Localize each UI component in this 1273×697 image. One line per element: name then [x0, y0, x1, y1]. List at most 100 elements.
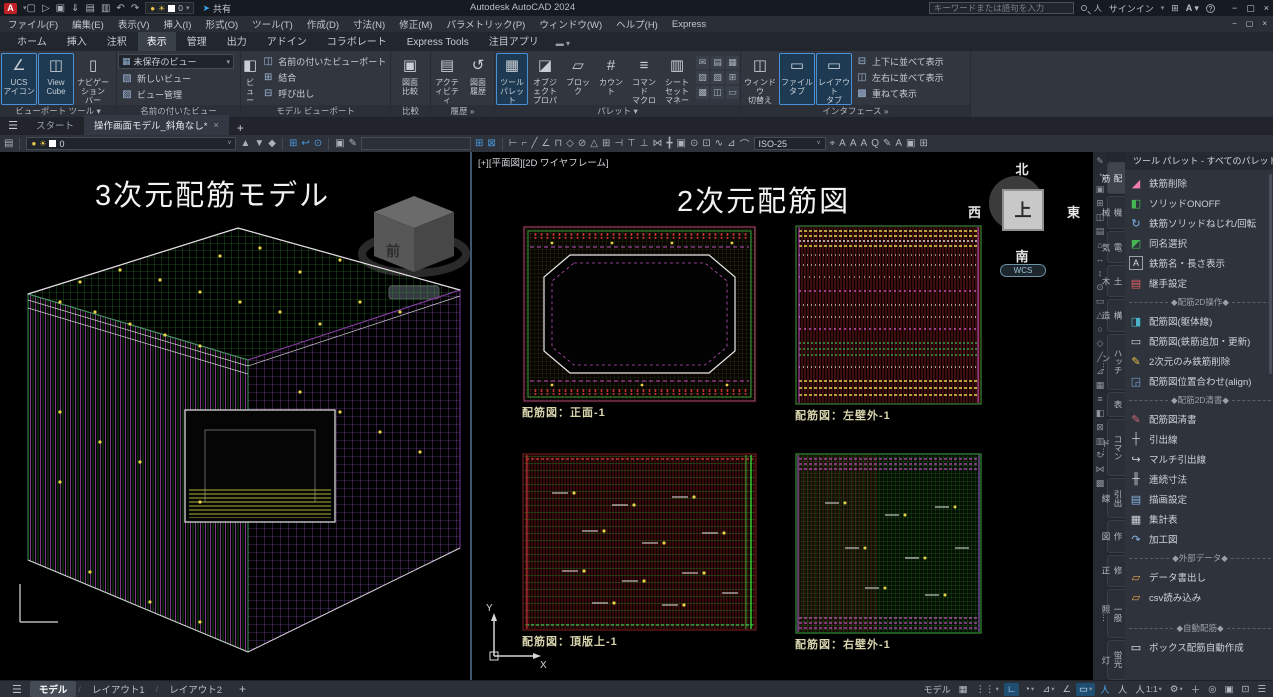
menu-item[interactable]: 作成(D) [307, 17, 339, 31]
palette-tab-配筋[interactable]: 配筋 [1107, 162, 1125, 194]
isolate-objects-icon[interactable]: ◎ [1205, 683, 1219, 696]
search-input[interactable]: キーワードまたは語句を入力 [929, 2, 1074, 14]
palette-tab-修正[interactable]: 修正 [1107, 555, 1125, 587]
close-icon[interactable]: × [214, 120, 219, 130]
layer-combo[interactable]: ●☀0˅ [26, 137, 236, 150]
toolbar-icon[interactable]: ▤ [4, 138, 13, 149]
viewcube-south[interactable]: 南 [972, 246, 1072, 265]
isodraft-icon[interactable]: ⊿▾ [1039, 683, 1057, 696]
ucs-icon-button[interactable]: ∠UCS アイコン [1, 53, 37, 105]
menu-item[interactable]: 修正(M) [399, 17, 432, 31]
dimension-toolbar-icon[interactable]: ∠ [541, 138, 550, 149]
menu-item[interactable]: 形式(O) [205, 17, 238, 31]
restore-button[interactable]: ▢ [1246, 3, 1255, 14]
palette-item[interactable]: ✎2次元のみ鉄筋削除 [1129, 351, 1271, 371]
dock-icon[interactable]: ▦ [1096, 380, 1105, 390]
toolbar-icon[interactable]: ⊞ [289, 138, 297, 149]
dock-icon[interactable]: ▩ [1096, 478, 1105, 488]
ribbon-panel-label[interactable]: モデル ビューポート [241, 105, 390, 117]
toolbar-icon[interactable]: ⊙ [314, 138, 322, 149]
palette-item[interactable]: ▱csv読み込み [1129, 587, 1271, 607]
rebar-drawing-left-wall[interactable] [795, 225, 982, 405]
palette-tab-蛍光灯[interactable]: 蛍光灯 [1107, 640, 1125, 680]
ribbon-mini-icon[interactable]: ▧ [696, 71, 709, 84]
dock-icon[interactable]: ✎ [1096, 156, 1104, 166]
rebar-3d-model[interactable] [0, 152, 470, 680]
ribbon-mini-icon[interactable]: ▩ [696, 86, 709, 99]
dock-icon[interactable]: ◧ [1096, 408, 1105, 418]
ribbon-options-icon[interactable]: ▬ ▾ [550, 36, 576, 51]
qat-icon[interactable]: ▷ [42, 3, 50, 14]
dimension-toolbar-icon[interactable]: ⊥ [640, 138, 649, 149]
ribbon-mini-icon[interactable]: ▤ [711, 56, 724, 69]
palette-item[interactable]: ↪マルチ引出線 [1129, 449, 1271, 469]
palette-item[interactable]: ▭配筋図(鉄筋追加・更新) [1129, 331, 1271, 351]
qat-icon[interactable]: ▥ [101, 3, 110, 14]
ribbon-mini-icon[interactable]: ◫ [711, 86, 724, 99]
quick-layer-combo[interactable]: ● ☀ 0 ▾ [145, 2, 194, 14]
text-toolbar-icon[interactable]: ✎ [883, 138, 891, 149]
doc-minimize-button[interactable]: − [1232, 19, 1237, 28]
palette-tab-電気[interactable]: 電気 [1107, 231, 1125, 263]
qat-icon[interactable]: ↶ [116, 3, 124, 14]
viewcube-east[interactable]: 東 [1067, 202, 1080, 221]
qat-icon[interactable]: ↷ [131, 3, 139, 14]
navbar-button[interactable]: ▯ナビゲーション バー [75, 53, 111, 105]
viewcube-2d[interactable]: 上 北 南 西 東 WCS [972, 160, 1084, 282]
tab-管理[interactable]: 管理 [178, 30, 216, 51]
ribbon-panel-label[interactable]: インタフェース » [741, 105, 970, 117]
palette-item[interactable]: ▱データ書出し [1129, 567, 1271, 587]
autoscale-icon[interactable]: 人 [1115, 681, 1131, 697]
palette-tab-表[interactable]: 表 [1107, 392, 1125, 417]
dimension-toolbar-icon[interactable]: ⊡ [702, 138, 710, 149]
minimize-button[interactable]: − [1232, 3, 1237, 14]
ribbon-mini-icon[interactable]: ⊞ [726, 71, 739, 84]
file-tab-menu-icon[interactable]: ☰ [0, 117, 26, 135]
chevron-down-icon[interactable]: ▾ [1161, 4, 1165, 12]
dimension-toolbar-icon[interactable]: ╋ [666, 138, 672, 149]
menu-item[interactable]: ファイル(F) [8, 17, 58, 31]
status-menu-icon[interactable]: ☰ [4, 683, 30, 696]
ribbon-button[interactable]: ⊞結合 [259, 70, 389, 85]
sheetset-button[interactable]: ▥シート セット マネージャ [661, 53, 693, 105]
palette-item[interactable]: ◨配筋図(躯体線) [1129, 311, 1271, 331]
file-tab[interactable]: 操作画面モデル_斜角なし*× [84, 115, 229, 135]
block-button[interactable]: ▱ブロック [562, 53, 594, 105]
dimension-toolbar-icon[interactable]: ⋈ [652, 138, 662, 149]
tab-注目アプリ[interactable]: 注目アプリ [480, 30, 548, 51]
viewport-3d[interactable]: 3次元配筋モデル 前 [0, 152, 470, 680]
tab-出力[interactable]: 出力 [218, 30, 256, 51]
menu-item[interactable]: 挿入(I) [163, 17, 191, 31]
ribbon-button[interactable]: ◫名前の付いたビューポート [259, 54, 389, 69]
cart-icon[interactable]: ⊞ [1171, 3, 1179, 14]
dock-icon[interactable]: ○ [1097, 324, 1102, 334]
viewcube-top-face[interactable]: 上 [1002, 189, 1044, 231]
palette-tab-引出線[interactable]: 引出線 [1107, 478, 1125, 518]
toolbar-icon[interactable]: ◆ [268, 138, 276, 149]
menu-item[interactable]: ヘルプ(H) [616, 17, 658, 31]
customization-menu-icon[interactable]: ☰ [1254, 683, 1269, 696]
ribbon-button[interactable]: ⊟上下に並べて表示 [853, 54, 947, 69]
toolbar-icon[interactable]: ▲ [240, 138, 250, 149]
empty-combo[interactable] [361, 137, 471, 150]
menu-item[interactable]: 編集(E) [72, 17, 104, 31]
dock-icon[interactable]: ▭ [1096, 296, 1105, 306]
dimension-toolbar-icon[interactable]: ⊢ [509, 138, 518, 149]
dimension-toolbar-icon[interactable]: ◇ [566, 138, 574, 149]
autodesk-app-icon[interactable]: A ▾ [1186, 3, 1199, 14]
palette-tab-ハッチン…[interactable]: ハッチン… [1107, 334, 1125, 391]
window-switch-button[interactable]: ◫ウィンドウ 切替え [742, 53, 778, 105]
palette-tab-土木[interactable]: 土木 [1107, 265, 1125, 297]
palette-item[interactable]: ↷加工図 [1129, 529, 1271, 549]
object-snap-tracking-icon[interactable]: ∠ [1059, 683, 1074, 696]
dock-icon[interactable]: ▤ [1096, 226, 1105, 236]
add-layout-button[interactable]: + [231, 682, 254, 696]
ribbon-panel-label[interactable]: 履歴 » [431, 105, 494, 117]
tab-ホーム[interactable]: ホーム [8, 30, 56, 51]
tool-palette-button[interactable]: ▦ツール パレット [496, 53, 528, 105]
dimension-toolbar-icon[interactable]: ⊙ [690, 138, 698, 149]
customize-icon[interactable]: ＋ [1188, 681, 1204, 697]
palette-item[interactable]: ┼引出線 [1129, 429, 1271, 449]
polar-tracking-icon[interactable]: ◔▾ [1021, 683, 1037, 696]
snap-mode-icon[interactable]: ⋮⋮▾ [973, 683, 1002, 696]
